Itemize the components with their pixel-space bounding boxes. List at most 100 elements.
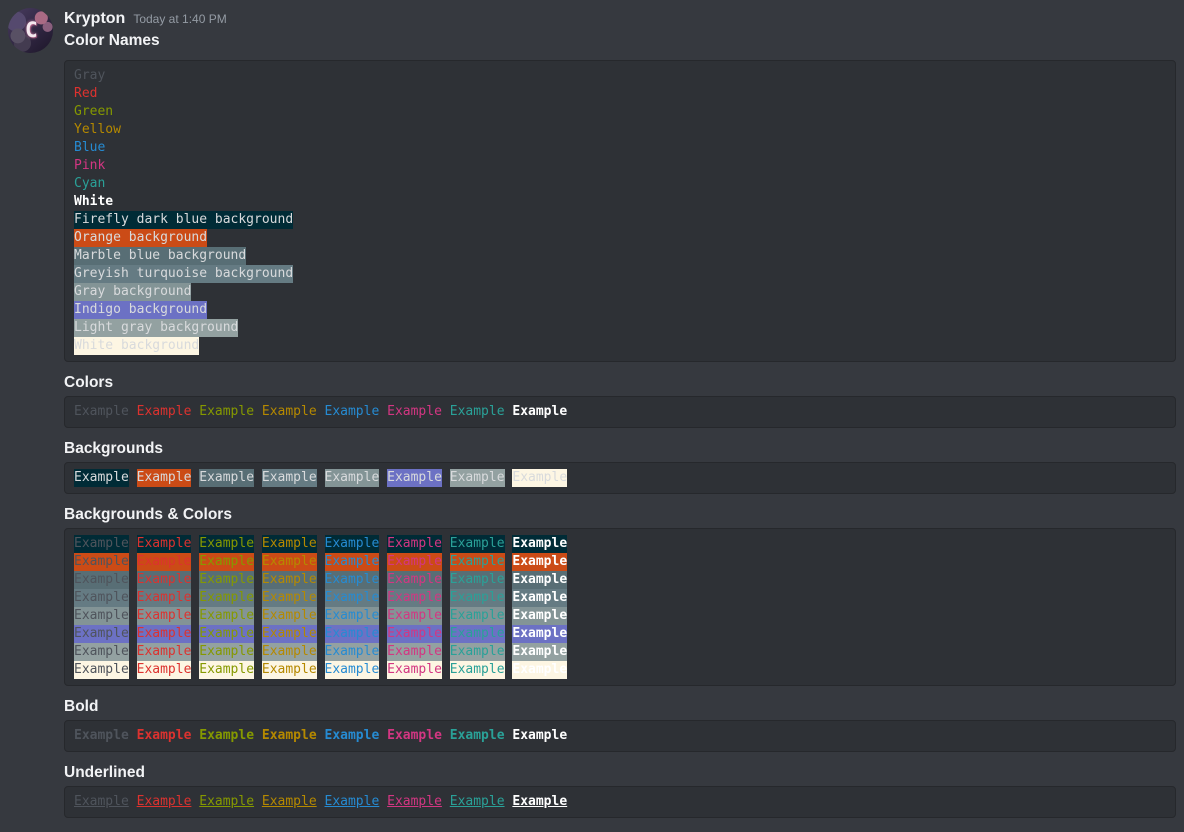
codeblock-color-names: Gray Red Green Yellow Blue Pink Cyan Whi… bbox=[64, 60, 1176, 362]
bg-name-greyish-turquoise-background: Greyish turquoise background bbox=[74, 265, 293, 283]
color-name-yellow: Yellow bbox=[74, 122, 121, 137]
example-underlined-yellow: Example bbox=[262, 794, 317, 809]
example-fg-green: Example bbox=[199, 404, 254, 419]
bg-name-indigo-background: Indigo background bbox=[74, 301, 207, 319]
example-bold-red: Example bbox=[137, 728, 192, 743]
example-underlined-gray: Example bbox=[74, 794, 129, 809]
example-yellow-on-greyish-turquoise-background: Example bbox=[262, 589, 317, 607]
example-bold-cyan: Example bbox=[450, 728, 505, 743]
example-blue-on-indigo-background: Example bbox=[325, 625, 380, 643]
example-green-on-greyish-turquoise-background: Example bbox=[199, 589, 254, 607]
example-bg-firefly-dark-blue-background: Example bbox=[74, 469, 129, 487]
example-gray-on-gray-background: Example bbox=[74, 607, 129, 625]
section-title-backgrounds: Backgrounds bbox=[64, 438, 1176, 460]
example-red-on-marble-blue-background: Example bbox=[137, 571, 192, 589]
codeblock-bold: Example Example Example Example Example … bbox=[64, 720, 1176, 752]
color-name-red: Red bbox=[74, 86, 97, 101]
example-blue-on-light-gray-background: Example bbox=[325, 643, 380, 661]
example-fg-yellow: Example bbox=[262, 404, 317, 419]
example-pink-on-gray-background: Example bbox=[387, 607, 442, 625]
color-name-cyan: Cyan bbox=[74, 176, 105, 191]
chat-message: C Krypton Today at 1:40 PM Color Names G… bbox=[0, 0, 1184, 818]
example-white-on-indigo-background: Example bbox=[512, 625, 567, 643]
avatar-logo-glyph: C bbox=[25, 17, 38, 43]
example-gray-on-white-background: Example bbox=[74, 661, 129, 679]
bg-name-gray-background: Gray background bbox=[74, 283, 191, 301]
example-red-on-light-gray-background: Example bbox=[137, 643, 192, 661]
color-name-green: Green bbox=[74, 104, 113, 119]
example-underlined-white: Example bbox=[512, 794, 567, 809]
example-yellow-on-gray-background: Example bbox=[262, 607, 317, 625]
example-cyan-on-white-background: Example bbox=[450, 661, 505, 679]
example-white-on-light-gray-background: Example bbox=[512, 643, 567, 661]
codeblock-backgrounds-and-colors: Example Example Example Example Example … bbox=[64, 528, 1176, 686]
example-fg-cyan: Example bbox=[450, 404, 505, 419]
color-name-blue: Blue bbox=[74, 140, 105, 155]
example-red-on-gray-background: Example bbox=[137, 607, 192, 625]
message-header: Krypton Today at 1:40 PM bbox=[64, 8, 1176, 30]
example-green-on-light-gray-background: Example bbox=[199, 643, 254, 661]
example-green-on-orange-background: Example bbox=[199, 553, 254, 571]
example-pink-on-firefly-dark-blue-background: Example bbox=[387, 535, 442, 553]
example-yellow-on-light-gray-background: Example bbox=[262, 643, 317, 661]
bg-name-orange-background: Orange background bbox=[74, 229, 207, 247]
example-underlined-cyan: Example bbox=[450, 794, 505, 809]
example-gray-on-indigo-background: Example bbox=[74, 625, 129, 643]
example-bold-green: Example bbox=[199, 728, 254, 743]
example-cyan-on-greyish-turquoise-background: Example bbox=[450, 589, 505, 607]
example-yellow-on-orange-background: Example bbox=[262, 553, 317, 571]
example-cyan-on-marble-blue-background: Example bbox=[450, 571, 505, 589]
example-underlined-blue: Example bbox=[325, 794, 380, 809]
example-cyan-on-light-gray-background: Example bbox=[450, 643, 505, 661]
example-pink-on-marble-blue-background: Example bbox=[387, 571, 442, 589]
bg-name-white-background: White background bbox=[74, 337, 199, 355]
example-bold-pink: Example bbox=[387, 728, 442, 743]
example-red-on-orange-background: Example bbox=[137, 553, 192, 571]
example-cyan-on-gray-background: Example bbox=[450, 607, 505, 625]
example-gray-on-marble-blue-background: Example bbox=[74, 571, 129, 589]
username[interactable]: Krypton bbox=[64, 8, 125, 30]
bg-name-firefly-dark-blue-background: Firefly dark blue background bbox=[74, 211, 293, 229]
color-name-white: White bbox=[74, 194, 113, 209]
example-bold-yellow: Example bbox=[262, 728, 317, 743]
section-title-colors: Colors bbox=[64, 372, 1176, 394]
example-bg-greyish-turquoise-background: Example bbox=[262, 469, 317, 487]
example-bold-gray: Example bbox=[74, 728, 129, 743]
example-red-on-greyish-turquoise-background: Example bbox=[137, 589, 192, 607]
example-white-on-orange-background: Example bbox=[512, 553, 567, 571]
bg-name-light-gray-background: Light gray background bbox=[74, 319, 238, 337]
section-title-color-names: Color Names bbox=[64, 30, 1176, 52]
bg-name-marble-blue-background: Marble blue background bbox=[74, 247, 246, 265]
example-pink-on-light-gray-background: Example bbox=[387, 643, 442, 661]
example-gray-on-orange-background: Example bbox=[74, 553, 129, 571]
codeblock-colors: Example Example Example Example Example … bbox=[64, 396, 1176, 428]
example-underlined-green: Example bbox=[199, 794, 254, 809]
example-bold-blue: Example bbox=[325, 728, 380, 743]
color-name-gray: Gray bbox=[74, 68, 105, 83]
section-title-bold: Bold bbox=[64, 696, 1176, 718]
example-green-on-indigo-background: Example bbox=[199, 625, 254, 643]
example-bg-indigo-background: Example bbox=[387, 469, 442, 487]
example-yellow-on-marble-blue-background: Example bbox=[262, 571, 317, 589]
example-underlined-pink: Example bbox=[387, 794, 442, 809]
example-red-on-white-background: Example bbox=[137, 661, 192, 679]
example-cyan-on-indigo-background: Example bbox=[450, 625, 505, 643]
example-yellow-on-indigo-background: Example bbox=[262, 625, 317, 643]
example-blue-on-firefly-dark-blue-background: Example bbox=[325, 535, 380, 553]
example-pink-on-indigo-background: Example bbox=[387, 625, 442, 643]
example-white-on-firefly-dark-blue-background: Example bbox=[512, 535, 567, 553]
example-bg-light-gray-background: Example bbox=[450, 469, 505, 487]
example-green-on-firefly-dark-blue-background: Example bbox=[199, 535, 254, 553]
codeblock-underlined: Example Example Example Example Example … bbox=[64, 786, 1176, 818]
example-green-on-white-background: Example bbox=[199, 661, 254, 679]
example-blue-on-orange-background: Example bbox=[325, 553, 380, 571]
avatar[interactable]: C bbox=[8, 8, 53, 53]
example-fg-red: Example bbox=[137, 404, 192, 419]
example-gray-on-firefly-dark-blue-background: Example bbox=[74, 535, 129, 553]
example-fg-pink: Example bbox=[387, 404, 442, 419]
example-fg-white: Example bbox=[512, 404, 567, 419]
example-red-on-indigo-background: Example bbox=[137, 625, 192, 643]
example-blue-on-gray-background: Example bbox=[325, 607, 380, 625]
example-underlined-red: Example bbox=[137, 794, 192, 809]
timestamp: Today at 1:40 PM bbox=[133, 8, 226, 30]
